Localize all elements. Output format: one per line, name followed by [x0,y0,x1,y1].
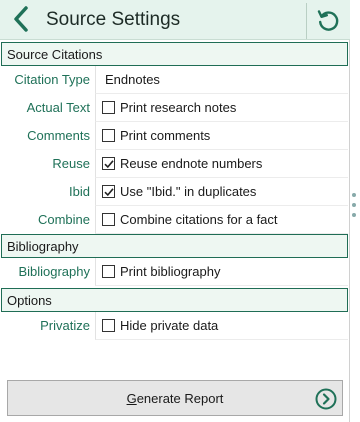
use-ibid-checkbox[interactable] [102,185,115,198]
field-label: Actual Text [26,100,90,115]
checkbox-label[interactable]: Print research notes [120,100,236,115]
splitter-grip[interactable] [352,193,357,223]
combine-citations-checkbox[interactable] [102,213,115,226]
row-bibliography: Bibliography Print bibliography [0,258,348,286]
chevron-left-icon [11,5,31,36]
print-comments-checkbox[interactable] [102,129,115,142]
checkbox-label[interactable]: Print bibliography [120,264,220,279]
hide-private-data-checkbox[interactable] [102,319,115,332]
access-key-letter: G [126,391,137,406]
field-label: Comments [27,128,90,143]
reset-button[interactable] [306,3,348,39]
field-label: Ibid [69,184,90,199]
circle-chevron-right-icon [315,388,337,410]
row-actual-text: Actual Text Print research notes [0,94,348,122]
field-label: Reuse [52,156,90,171]
print-bibliography-checkbox[interactable] [102,265,115,278]
back-button[interactable] [6,4,36,36]
checkbox-label[interactable]: Combine citations for a fact [120,212,278,227]
undo-icon [315,7,341,36]
row-citation-type: Citation Type Endnotes [0,66,348,94]
checkmark-icon [104,188,114,197]
citation-type-value: Endnotes [105,72,160,87]
row-privatize: Privatize Hide private data [0,312,348,340]
print-research-notes-checkbox[interactable] [102,101,115,114]
combine-option: Combine citations for a fact [95,206,348,234]
generate-report-label: Generate Report [8,391,342,406]
row-combine: Combine Combine citations for a fact [0,206,348,234]
row-reuse: Reuse Reuse endnote numbers [0,150,348,178]
row-comments: Comments Print comments [0,122,348,150]
field-label: Citation Type [14,72,90,87]
checkbox-label[interactable]: Use "Ibid." in duplicates [120,184,256,199]
field-label: Privatize [40,318,90,333]
ibid-option: Use "Ibid." in duplicates [95,178,348,206]
generate-label-rest: enerate Report [136,391,224,406]
section-header-source-citations[interactable]: Source Citations [1,42,348,66]
actual-text-option: Print research notes [95,94,348,122]
section-title: Source Citations [7,47,103,62]
privatize-option: Hide private data [95,312,348,340]
checkbox-label[interactable]: Print comments [120,128,210,143]
title-bar: Source Settings [0,0,350,40]
section-title: Bibliography [7,239,79,254]
section-header-bibliography[interactable]: Bibliography [1,234,348,258]
reuse-option: Reuse endnote numbers [95,150,348,178]
section-header-options[interactable]: Options [1,288,348,312]
bibliography-option: Print bibliography [95,258,348,286]
row-ibid: Ibid Use "Ibid." in duplicates [0,178,348,206]
checkmark-icon [104,160,114,169]
generate-report-button[interactable]: Generate Report [7,380,343,416]
checkbox-label[interactable]: Reuse endnote numbers [120,156,262,171]
settings-panel: Source Settings Source Citations Citatio… [0,0,350,422]
checkbox-label[interactable]: Hide private data [120,318,218,333]
field-label: Bibliography [18,264,90,279]
page-title: Source Settings [46,9,181,30]
reuse-endnote-numbers-checkbox[interactable] [102,157,115,170]
comments-option: Print comments [95,122,348,150]
citation-type-select[interactable]: Endnotes [95,66,348,94]
section-title: Options [7,293,52,308]
field-label: Combine [37,212,90,227]
